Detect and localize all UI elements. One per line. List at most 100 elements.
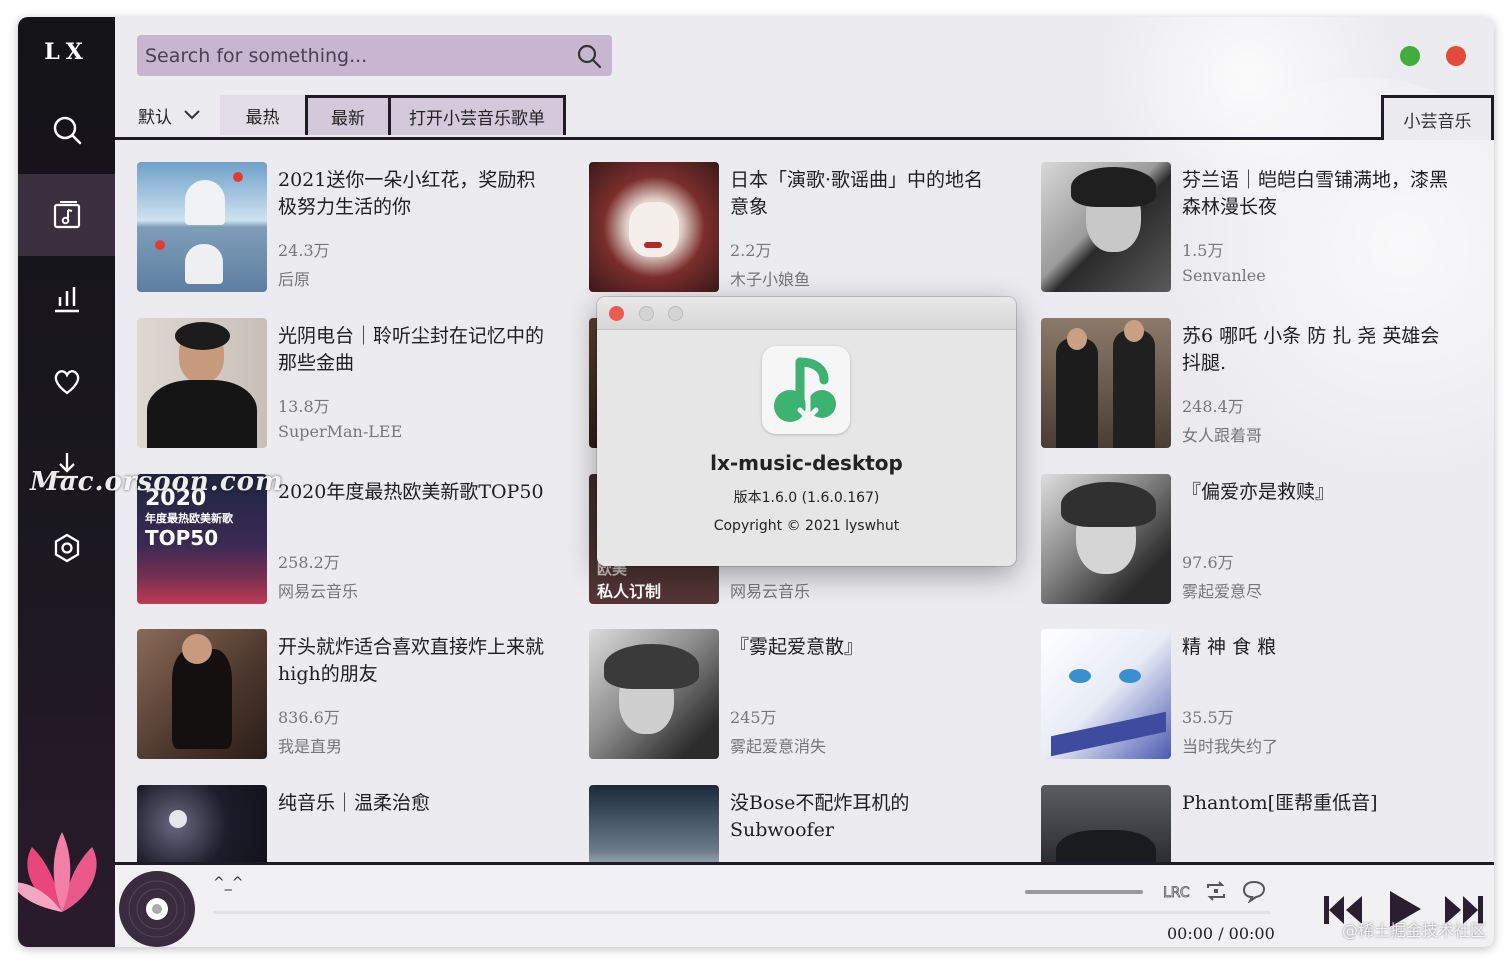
playlist-author: 网易云音乐 (278, 582, 359, 601)
tab-label: 打开小芸音乐歌单 (409, 109, 545, 129)
playlist-card[interactable]: 光阴电台｜聆听尘封在记忆中的那些金曲 13.8万 SuperMan-LEE (137, 318, 567, 448)
playlist-title: 光阴电台｜聆听尘封在记忆中的那些金曲 (278, 325, 545, 374)
play-count: 245万 (730, 708, 777, 727)
source-selector[interactable]: 小芸音乐 (1381, 95, 1494, 140)
search-bar[interactable]: Search for something... (137, 35, 612, 76)
volume-slider[interactable] (1025, 890, 1143, 894)
playlist-title: 2020年度最热欧美新歌TOP50 (278, 481, 544, 503)
search-icon[interactable] (576, 43, 602, 69)
cover-text: 私人订制 (597, 582, 662, 601)
playlist-card[interactable]: 纯音乐｜温柔治愈 (137, 785, 567, 862)
playlist-cover (137, 785, 267, 862)
playlist-card[interactable]: 精 神 食 粮 35.5万 当时我失约了 (1041, 629, 1471, 759)
cover-text: 年度最热欧美新歌 (145, 512, 233, 525)
play-count: 1.5万 (1182, 241, 1224, 260)
search-input[interactable]: Search for something... (145, 45, 576, 67)
playlist-cover (589, 629, 719, 759)
playlist-card[interactable]: 没Bose不配炸耳机的Subwoofer (589, 785, 1019, 862)
search-icon (53, 116, 81, 145)
playlist-title: 纯音乐｜温柔治愈 (278, 792, 431, 814)
close-button[interactable] (1446, 46, 1466, 66)
chart-icon (54, 287, 79, 313)
nav-settings[interactable] (18, 507, 115, 589)
music-download-icon (774, 357, 836, 422)
play-count: 2.2万 (730, 241, 772, 260)
settings-icon (54, 533, 79, 563)
album-disc-icon[interactable] (118, 870, 196, 947)
dialog-copyright: Copyright © 2021 lyswhut (713, 518, 900, 534)
tab-open-playlist[interactable]: 打开小芸音乐歌单 (388, 95, 566, 135)
play-count: 97.6万 (1182, 553, 1234, 572)
playlist-cover (137, 629, 267, 759)
sort-label: 默认 (138, 107, 172, 128)
lotus-decoration (18, 832, 97, 912)
tab-hot[interactable]: 最热 (220, 95, 305, 135)
playlist-author: SuperMan-LEE (278, 422, 403, 441)
playlist-author: 后原 (278, 270, 311, 289)
watermark-right: @稀土掘金技术社区 (1341, 921, 1486, 940)
tab-label: 最热 (245, 107, 280, 128)
playlist-cover (1041, 162, 1171, 292)
lyrics-icon[interactable]: LRC (1163, 880, 1193, 902)
minimize-button[interactable] (1400, 46, 1420, 66)
play-count: 35.5万 (1182, 708, 1234, 727)
playlist-title: 芬兰语｜皑皑白雪铺满地，漆黑森林漫长夜 (1182, 169, 1449, 218)
about-dialog: lx-music-desktop 版本1.6.0 (1.6.0.167) Cop… (597, 297, 1016, 566)
comment-icon[interactable] (1241, 879, 1267, 903)
play-count: 836.6万 (278, 708, 340, 727)
dialog-zoom-button (668, 306, 683, 321)
playlist-author: 当时我失约了 (1182, 737, 1279, 756)
play-count: 248.4万 (1182, 397, 1244, 416)
playlist-card[interactable]: 『雾起爱意散』 245万 雾起爱意消失 (589, 629, 1019, 759)
playlist-cover (137, 318, 267, 448)
playlist-title: 苏6 哪吒 小条 防 扎 尧 英雄会 抖腿. (1182, 325, 1440, 374)
app-window: LX Search for something... 默认 最热 最新 打开小芸… (18, 17, 1494, 947)
playlist-card[interactable]: 芬兰语｜皑皑白雪铺满地，漆黑森林漫长夜 1.5万 Senvanlee (1041, 162, 1471, 292)
playlist-card[interactable]: 开头就炸适合喜欢直接炸上来就high的朋友 836.6万 我是直男 (137, 629, 567, 759)
playlist-card[interactable]: 2021送你一朵小红花，奖励积极努力生活的你 24.3万 后原 (137, 162, 567, 292)
playlist-card[interactable]: 日本「演歌·歌谣曲」中的地名意象 2.2万 木子小娘鱼 (589, 162, 1019, 292)
playlist-card[interactable]: 苏6 哪吒 小条 防 扎 尧 英雄会 抖腿. 248.4万 女人跟着哥 (1041, 318, 1471, 448)
tab-label: 最新 (331, 109, 365, 129)
dialog-close-button[interactable] (609, 306, 624, 321)
lyrics-label: LRC (1163, 885, 1190, 901)
playback-time: 00:00 / 00:00 (1167, 924, 1275, 943)
playlist-cover (589, 785, 719, 862)
play-count: 24.3万 (278, 241, 330, 260)
nav-search[interactable] (18, 89, 115, 171)
playlist-cover (1041, 629, 1171, 759)
sort-dropdown[interactable]: 默认 (119, 95, 219, 135)
tab-bar: 默认 最热 最新 打开小芸音乐歌单 小芸音乐 (115, 95, 1494, 140)
nav-favorites[interactable] (18, 341, 115, 423)
play-count: 258.2万 (278, 553, 340, 572)
music-list-icon (53, 201, 80, 229)
nav-leaderboard[interactable] (18, 258, 115, 340)
progress-bar[interactable] (213, 911, 1271, 914)
tab-new[interactable]: 最新 (305, 95, 391, 135)
playlist-title: 『偏爱亦是救赎』 (1182, 481, 1335, 503)
playlist-cover (1041, 785, 1171, 862)
playlist-author: 网易云音乐 (730, 582, 811, 601)
player-bar: ^_^ LRC 00:00 / 00:00 (115, 862, 1494, 947)
repeat-icon[interactable] (1204, 879, 1228, 903)
song-name: ^_^ (213, 875, 244, 891)
dialog-app-name: lx-music-desktop (710, 451, 903, 475)
playlist-cover (1041, 318, 1171, 448)
playlist-author: 雾起爱意消失 (730, 737, 827, 756)
playlist-title: 日本「演歌·歌谣曲」中的地名意象 (730, 169, 984, 218)
playlist-cover (1041, 474, 1171, 604)
playlist-author: Senvanlee (1182, 266, 1266, 285)
dialog-minimize-button (639, 306, 654, 321)
playlist-cover (589, 162, 719, 292)
playlist-card[interactable]: 『偏爱亦是救赎』 97.6万 雾起爱意尽 (1041, 474, 1471, 604)
chevron-down-icon (184, 110, 200, 120)
playlist-title: 开头就炸适合喜欢直接炸上来就high的朋友 (278, 636, 545, 685)
dialog-titlebar (597, 297, 1016, 330)
playlist-card[interactable]: Phantom[匪帮重低音] (1041, 785, 1471, 862)
playlist-title: Phantom[匪帮重低音] (1182, 792, 1378, 814)
nav-songlist[interactable] (18, 174, 115, 256)
playlist-title: 没Bose不配炸耳机的Subwoofer (730, 792, 910, 841)
playlist-title: 2021送你一朵小红花，奖励积极努力生活的你 (278, 169, 536, 218)
playlist-title: 『雾起爱意散』 (730, 636, 864, 658)
play-count: 13.8万 (278, 397, 330, 416)
